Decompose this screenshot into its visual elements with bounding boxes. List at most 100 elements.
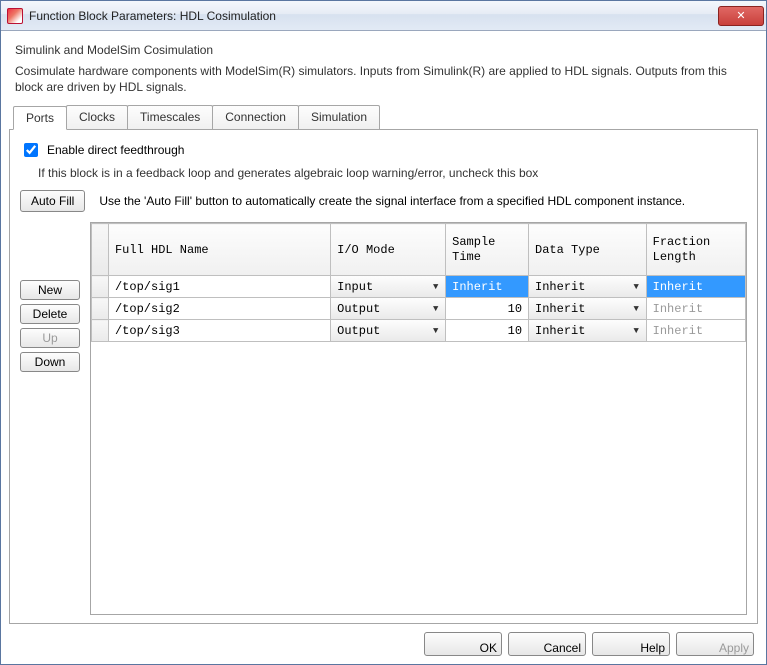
col-data-type[interactable]: Data Type (529, 224, 647, 276)
cell-text: Inherit (647, 322, 745, 340)
row-action-buttons: New Delete Up Down (20, 222, 80, 615)
dropdown-value: Inherit (535, 302, 585, 316)
button-label: OK (480, 641, 497, 655)
cell-text: 10 (446, 322, 528, 340)
cell-data-type[interactable]: Inherit ▼ (529, 320, 647, 342)
cell-text: /top/sig2 (109, 300, 330, 318)
cell-name[interactable]: /top/sig2 (108, 298, 330, 320)
new-button[interactable]: New (20, 280, 80, 300)
col-sample-time[interactable]: Sample Time (446, 224, 529, 276)
close-icon: ✕ (736, 9, 745, 22)
chevron-down-icon: ▼ (629, 301, 644, 316)
help-button[interactable]: Help (592, 632, 670, 656)
tab-ports[interactable]: Ports (13, 106, 67, 130)
tab-connection[interactable]: Connection (212, 105, 299, 129)
row-header-corner (92, 224, 109, 276)
button-label: Cancel (544, 641, 581, 655)
cell-fraction-length[interactable]: Inherit (646, 320, 745, 342)
cell-data-type[interactable]: Inherit ▼ (529, 276, 647, 298)
data-type-dropdown[interactable]: Inherit ▼ (529, 320, 646, 341)
cell-sample-time[interactable]: Inherit (446, 276, 529, 298)
table-header-row: Full HDL Name I/O Mode Sample Time Data … (92, 224, 746, 276)
io-mode-dropdown[interactable]: Output ▼ (331, 320, 445, 341)
data-type-dropdown[interactable]: Inherit ▼ (529, 298, 646, 319)
tab-strip: Ports Clocks Timescales Connection Simul… (13, 105, 758, 129)
data-type-dropdown[interactable]: Inherit ▼ (529, 276, 646, 297)
row-header[interactable] (92, 276, 109, 298)
cell-text: /top/sig1 (109, 278, 330, 296)
enable-feedthrough-row: Enable direct feedthrough (20, 140, 747, 160)
button-label: Delete (33, 307, 68, 321)
tab-label: Ports (26, 111, 54, 125)
apply-button[interactable]: Apply (676, 632, 754, 656)
tab-timescales[interactable]: Timescales (127, 105, 213, 129)
col-io-mode[interactable]: I/O Mode (331, 224, 446, 276)
up-button[interactable]: Up (20, 328, 80, 348)
cell-fraction-length[interactable]: Inherit (646, 276, 745, 298)
dropdown-value: Input (337, 280, 373, 294)
io-mode-dropdown[interactable]: Output ▼ (331, 298, 445, 319)
cell-text: Inherit (647, 278, 745, 296)
cell-fraction-length[interactable]: Inherit (646, 298, 745, 320)
cell-io-mode[interactable]: Output ▼ (331, 320, 446, 342)
delete-button[interactable]: Delete (20, 304, 80, 324)
cell-text: /top/sig3 (109, 322, 330, 340)
button-label: Apply (719, 641, 749, 655)
table-row: /top/sig3 Output ▼ 10 Inherit (92, 320, 746, 342)
dropdown-value: Inherit (535, 324, 585, 338)
row-header[interactable] (92, 320, 109, 342)
tab-panel-ports: Enable direct feedthrough If this block … (9, 129, 758, 624)
dropdown-value: Inherit (535, 280, 585, 294)
cell-name[interactable]: /top/sig3 (108, 320, 330, 342)
tab-label: Connection (225, 110, 286, 124)
app-icon (7, 8, 23, 24)
ok-button[interactable]: OK (424, 632, 502, 656)
dropdown-value: Output (337, 302, 380, 316)
dialog-footer: OK Cancel Help Apply (9, 624, 758, 656)
cell-data-type[interactable]: Inherit ▼ (529, 298, 647, 320)
chevron-down-icon: ▼ (629, 279, 644, 294)
subtitle: Simulink and ModelSim Cosimulation (15, 43, 752, 57)
io-mode-dropdown[interactable]: Input ▼ (331, 276, 445, 297)
cell-io-mode[interactable]: Input ▼ (331, 276, 446, 298)
button-label: Down (35, 355, 66, 369)
cell-io-mode[interactable]: Output ▼ (331, 298, 446, 320)
window-title: Function Block Parameters: HDL Cosimulat… (29, 9, 718, 23)
cell-text: Inherit (647, 300, 745, 318)
col-full-hdl-name[interactable]: Full HDL Name (108, 224, 330, 276)
cell-sample-time[interactable]: 10 (446, 320, 529, 342)
button-label: Auto Fill (31, 194, 74, 208)
row-header[interactable] (92, 298, 109, 320)
table-row: /top/sig2 Output ▼ 10 Inherit (92, 298, 746, 320)
enable-feedthrough-checkbox[interactable] (24, 143, 38, 157)
titlebar: Function Block Parameters: HDL Cosimulat… (1, 1, 766, 31)
chevron-down-icon: ▼ (629, 323, 644, 338)
down-button[interactable]: Down (20, 352, 80, 372)
cell-name[interactable]: /top/sig1 (108, 276, 330, 298)
tab-clocks[interactable]: Clocks (66, 105, 128, 129)
button-label: Up (42, 331, 57, 345)
cell-text: 10 (446, 300, 528, 318)
auto-fill-hint: Use the 'Auto Fill' button to automatica… (99, 194, 685, 208)
cell-sample-time[interactable]: 10 (446, 298, 529, 320)
grid-area: New Delete Up Down Full HDL Name I/O (20, 222, 747, 615)
tab-label: Simulation (311, 110, 367, 124)
auto-fill-row: Auto Fill Use the 'Auto Fill' button to … (20, 190, 747, 212)
close-button[interactable]: ✕ (718, 6, 764, 26)
chevron-down-icon: ▼ (428, 301, 443, 316)
cancel-button[interactable]: Cancel (508, 632, 586, 656)
tab-label: Clocks (79, 110, 115, 124)
table-empty-area (91, 342, 746, 614)
tab-simulation[interactable]: Simulation (298, 105, 380, 129)
chevron-down-icon: ▼ (428, 279, 443, 294)
feedthrough-hint: If this block is in a feedback loop and … (38, 166, 747, 180)
ports-table-container: Full HDL Name I/O Mode Sample Time Data … (90, 222, 747, 615)
ports-table: Full HDL Name I/O Mode Sample Time Data … (91, 223, 746, 342)
enable-feedthrough-label: Enable direct feedthrough (47, 143, 184, 157)
description: Cosimulate hardware components with Mode… (15, 63, 752, 95)
col-fraction-length[interactable]: Fraction Length (646, 224, 745, 276)
cell-text: Inherit (446, 278, 528, 296)
dropdown-value: Output (337, 324, 380, 338)
auto-fill-button[interactable]: Auto Fill (20, 190, 85, 212)
dialog-body: Simulink and ModelSim Cosimulation Cosim… (1, 31, 766, 664)
